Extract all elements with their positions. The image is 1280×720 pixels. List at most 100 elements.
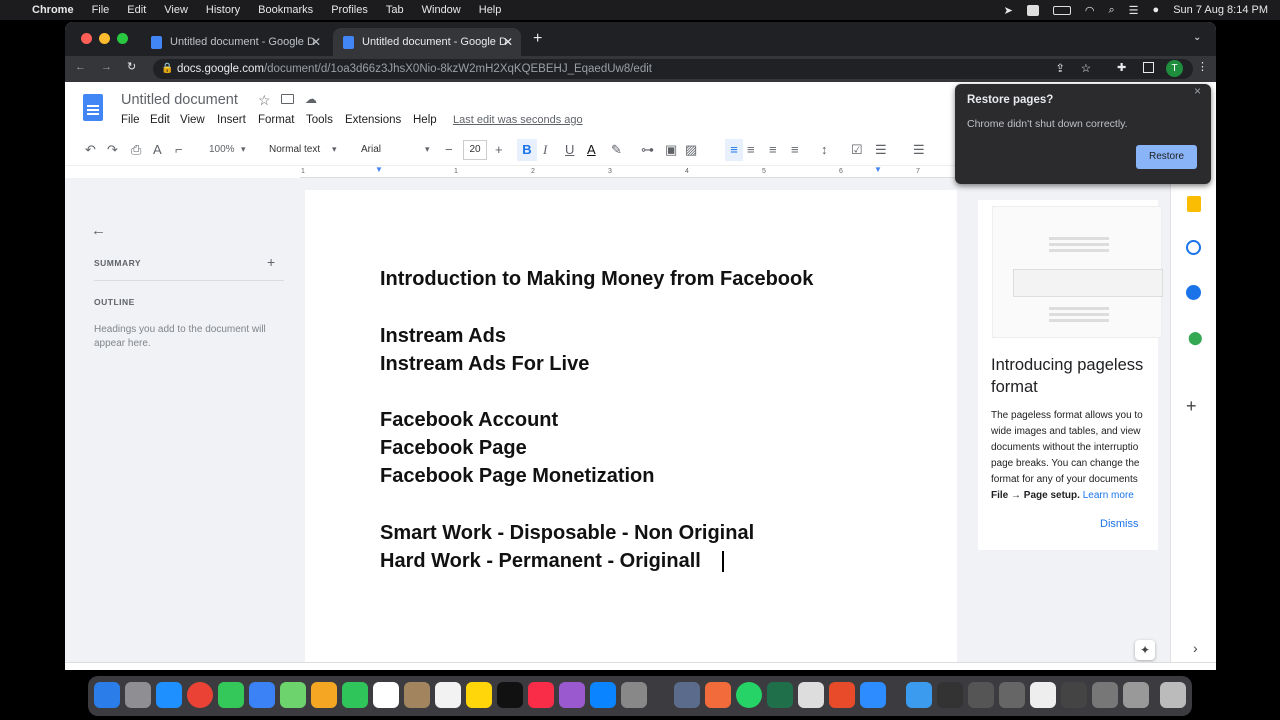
increase-font-size-icon[interactable]: + xyxy=(495,142,503,157)
doc-line-2[interactable]: Instream Ads xyxy=(380,325,506,348)
menubar-clock[interactable]: Sun 7 Aug 8:14 PM xyxy=(1173,4,1268,16)
app-icon[interactable] xyxy=(829,682,855,708)
print-icon[interactable]: ⎙ xyxy=(131,142,141,158)
font-dropdown-icon[interactable]: ▾ xyxy=(425,144,430,155)
tv-icon[interactable] xyxy=(497,682,523,708)
notes-icon[interactable] xyxy=(466,682,492,708)
chrome-icon[interactable] xyxy=(187,682,213,708)
align-center-icon[interactable]: ≡ xyxy=(747,142,755,157)
wifi-icon[interactable]: ◠ xyxy=(1085,4,1095,17)
close-popup-icon[interactable]: × xyxy=(1194,84,1201,98)
zoom-app-icon[interactable] xyxy=(860,682,886,708)
move-folder-icon[interactable] xyxy=(281,94,294,104)
zoom-window-button[interactable] xyxy=(117,33,128,44)
paragraph-style-select[interactable]: Normal text xyxy=(269,144,320,155)
minimize-window-button[interactable] xyxy=(99,33,110,44)
font-select[interactable]: Arial xyxy=(361,144,381,155)
side-panel-icon[interactable] xyxy=(1143,62,1154,73)
show-side-panel-icon[interactable]: › xyxy=(1193,640,1198,656)
browser-tab-2[interactable]: Untitled document - Google D ✕ xyxy=(333,28,521,56)
italic-button[interactable]: I xyxy=(543,142,547,158)
reminders-icon[interactable] xyxy=(435,682,461,708)
doc-line-1[interactable]: Introduction to Making Money from Facebo… xyxy=(380,268,813,291)
new-tab-icon[interactable]: + xyxy=(533,30,542,48)
paint-format-icon[interactable]: ⌐ xyxy=(175,142,183,157)
siri-icon[interactable]: ● xyxy=(1153,4,1160,16)
explore-icon[interactable]: ✦ xyxy=(1135,640,1155,660)
messages-icon[interactable] xyxy=(218,682,244,708)
display-icon[interactable] xyxy=(674,682,700,708)
bold-button[interactable]: B xyxy=(517,139,537,161)
doc-line-3[interactable]: Instream Ads For Live xyxy=(380,353,589,376)
spellcheck-icon[interactable]: A xyxy=(153,142,162,157)
highlight-icon[interactable]: ✎ xyxy=(611,142,622,158)
decrease-font-size-icon[interactable]: − xyxy=(445,142,453,157)
menubar-app-name[interactable]: Chrome xyxy=(32,4,74,16)
folder-icon[interactable] xyxy=(906,682,932,708)
horizontal-scrollbar[interactable] xyxy=(65,662,1216,670)
doc-line-8[interactable]: Hard Work - Permanent - Originall xyxy=(380,550,701,573)
left-indent-icon[interactable]: ▼ xyxy=(375,165,383,174)
menubar-edit[interactable]: Edit xyxy=(127,4,146,16)
document-thumb[interactable] xyxy=(1030,682,1056,708)
profile-avatar[interactable]: T xyxy=(1166,60,1183,77)
screenshot-thumb[interactable] xyxy=(1123,682,1149,708)
download-app-icon[interactable] xyxy=(767,682,793,708)
docs-menu-tools[interactable]: Tools xyxy=(306,114,333,126)
calendar-icon[interactable] xyxy=(373,682,399,708)
close-tab-icon[interactable]: ✕ xyxy=(503,35,513,49)
add-summary-icon[interactable]: + xyxy=(267,254,275,270)
docs-logo-icon[interactable] xyxy=(83,94,103,121)
style-dropdown-icon[interactable]: ▾ xyxy=(332,144,337,155)
checklist-icon[interactable]: ☑ xyxy=(851,142,863,158)
line-spacing-icon[interactable]: ↕ xyxy=(821,142,828,157)
app-store-icon[interactable] xyxy=(590,682,616,708)
docs-menu-help[interactable]: Help xyxy=(413,114,437,126)
calculator-icon[interactable] xyxy=(798,682,824,708)
bulleted-list-icon[interactable]: ☰ xyxy=(875,142,887,158)
restore-button[interactable]: Restore xyxy=(1136,145,1197,169)
menubar-history[interactable]: History xyxy=(206,4,240,16)
spotlight-icon[interactable]: ⌕ xyxy=(1109,4,1115,17)
keep-icon[interactable] xyxy=(1187,196,1201,212)
menubar-file[interactable]: File xyxy=(92,4,110,16)
font-size-input[interactable]: 20 xyxy=(463,140,487,160)
share-icon[interactable]: ⇪ xyxy=(1055,59,1065,79)
trash-icon[interactable] xyxy=(1160,682,1186,708)
justify-icon[interactable]: ≡ xyxy=(791,142,799,157)
location-icon[interactable]: ➤ xyxy=(1004,4,1013,17)
screen-recorder-icon[interactable] xyxy=(705,682,731,708)
docs-menu-extensions[interactable]: Extensions xyxy=(345,114,401,126)
cloud-status-icon[interactable]: ☁ xyxy=(305,92,317,106)
right-indent-icon[interactable]: ▼ xyxy=(874,165,882,174)
whatsapp-icon[interactable] xyxy=(736,682,762,708)
docs-menu-file[interactable]: File xyxy=(121,114,140,126)
doc-line-6[interactable]: Facebook Page Monetization xyxy=(380,465,654,488)
close-window-button[interactable] xyxy=(81,33,92,44)
docs-menu-insert[interactable]: Insert xyxy=(217,114,246,126)
menubar-profiles[interactable]: Profiles xyxy=(331,4,368,16)
system-preferences-icon[interactable] xyxy=(621,682,647,708)
document-title[interactable]: Untitled document xyxy=(121,92,238,108)
extensions-icon[interactable]: ✚ xyxy=(1117,61,1126,74)
safari-icon[interactable] xyxy=(156,682,182,708)
finder-icon[interactable] xyxy=(94,682,120,708)
screenshot-thumb[interactable] xyxy=(968,682,994,708)
maps-icon[interactable]: ⬤ xyxy=(1188,330,1203,346)
doc-line-7[interactable]: Smart Work - Disposable - Non Original xyxy=(380,522,754,545)
menubar-window[interactable]: Window xyxy=(422,4,461,16)
photos-icon[interactable] xyxy=(311,682,337,708)
align-right-icon[interactable]: ≡ xyxy=(769,142,777,157)
insert-link-icon[interactable]: ⊶ xyxy=(641,142,654,158)
chrome-menu-icon[interactable]: ⋮ xyxy=(1197,60,1208,73)
menubar-view[interactable]: View xyxy=(164,4,188,16)
tasks-icon[interactable] xyxy=(1186,240,1201,255)
last-edit-status[interactable]: Last edit was seconds ago xyxy=(453,114,583,126)
mail-icon[interactable] xyxy=(249,682,275,708)
numbered-list-icon[interactable]: ☰ xyxy=(913,142,925,158)
bookmark-star-icon[interactable]: ☆ xyxy=(1081,59,1091,79)
contacts-app-icon[interactable] xyxy=(404,682,430,708)
menubar-tab[interactable]: Tab xyxy=(386,4,404,16)
zoom-select[interactable]: 100% xyxy=(209,144,235,155)
browser-tab-1[interactable]: Untitled document - Google D ✕ xyxy=(141,28,329,56)
